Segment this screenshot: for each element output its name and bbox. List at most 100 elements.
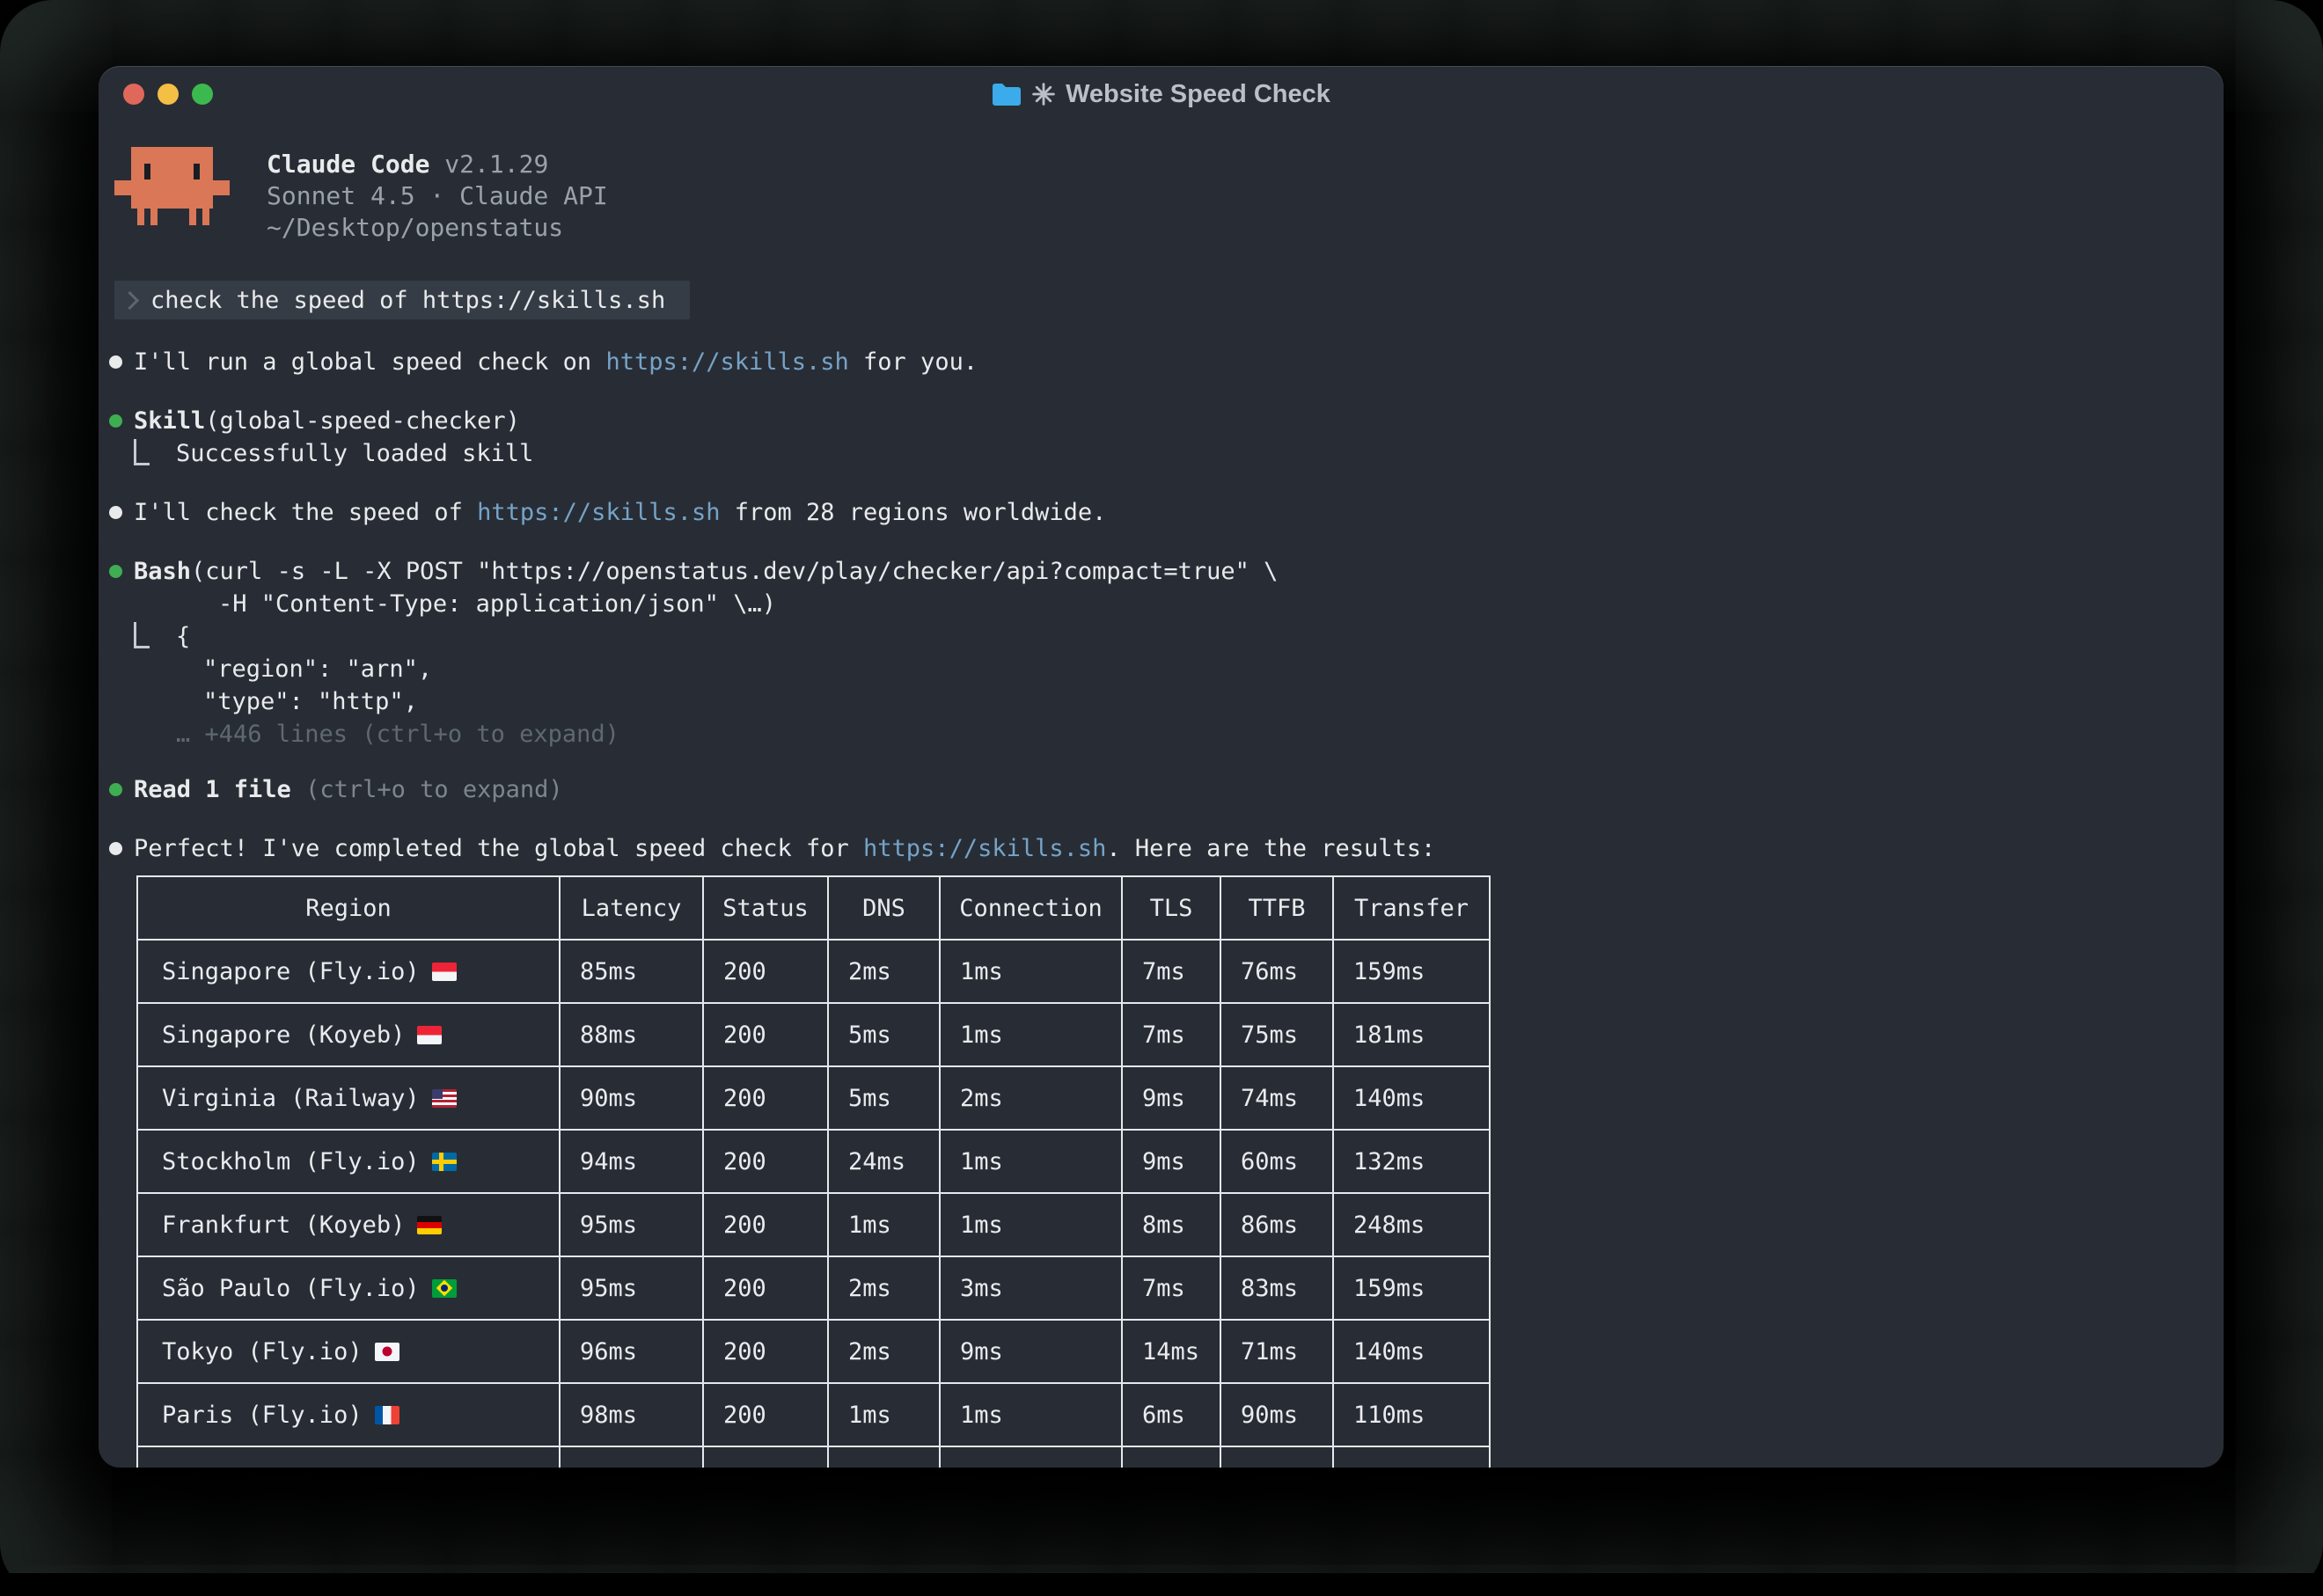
metric-cell: 248ms	[1333, 1193, 1490, 1256]
column-header: DNS	[828, 876, 940, 940]
flag-icon-se	[432, 1153, 457, 1171]
region-label: Singapore (Fly.io)	[162, 958, 420, 985]
folder-icon	[992, 82, 1022, 106]
metric-cell	[940, 1446, 1122, 1468]
bash-call-line: Bash(curl -s -L -X POST "https://opensta…	[109, 555, 2213, 588]
user-prompt: check the speed of https://skills.sh	[114, 281, 690, 319]
metric-cell: 7ms	[1122, 1256, 1220, 1320]
metric-cell: 2ms	[828, 940, 940, 1003]
region-cell: Singapore (Fly.io)	[137, 940, 560, 1003]
metric-cell: 140ms	[1333, 1066, 1490, 1130]
region-cell: Stockholm (Fly.io)	[137, 1130, 560, 1193]
table-row: São Paulo (Fly.io)95ms2002ms3ms7ms83ms15…	[137, 1256, 1490, 1320]
metric-cell: 200	[703, 1383, 828, 1446]
skill-call-line: Skill(global-speed-checker)	[109, 405, 2213, 437]
metric-cell: 200	[703, 1130, 828, 1193]
skill-call-text: Skill(global-speed-checker)	[134, 405, 520, 437]
flag-icon-sg	[432, 963, 457, 981]
flag-icon-sg	[417, 1026, 442, 1044]
metric-cell: 159ms	[1333, 940, 1490, 1003]
metric-cell: 94ms	[560, 1130, 703, 1193]
assistant-text: I'll run a global speed check on https:/…	[134, 346, 978, 378]
results-table: RegionLatencyStatusDNSConnectionTLSTTFBT…	[136, 875, 1491, 1468]
bash-output-text: {	[176, 620, 190, 653]
bash-output-expand-hint[interactable]: … +446 lines (ctrl+o to expand)	[109, 718, 2213, 750]
app-info: Claude Code v2.1.29 Sonnet 4.5 · Claude …	[267, 147, 608, 244]
metric-cell	[1220, 1446, 1333, 1468]
metric-cell	[1333, 1446, 1490, 1468]
column-header: TTFB	[1220, 876, 1333, 940]
metric-cell: 1ms	[940, 940, 1122, 1003]
metric-cell: 83ms	[1220, 1256, 1333, 1320]
skills-link[interactable]: https://skills.sh	[863, 835, 1106, 862]
table-row: Virginia (Railway)90ms2005ms2ms9ms74ms14…	[137, 1066, 1490, 1130]
region-cell: Virginia (Railway)	[137, 1066, 560, 1130]
desktop-background: Website Speed Check	[0, 0, 2323, 1596]
metric-cell	[560, 1446, 703, 1468]
bullet-icon	[109, 355, 122, 369]
elbow-icon	[134, 622, 150, 648]
region-label: Stockholm (Fly.io)	[162, 1148, 420, 1175]
table-row: Frankfurt (Koyeb)95ms2001ms1ms8ms86ms248…	[137, 1193, 1490, 1256]
bullet-icon	[109, 506, 122, 519]
metric-cell: 7ms	[1122, 940, 1220, 1003]
metric-cell: 7ms	[1122, 1003, 1220, 1066]
metric-cell	[828, 1446, 940, 1468]
metric-cell: 140ms	[1333, 1320, 1490, 1383]
metric-cell: 71ms	[1220, 1320, 1333, 1383]
metric-cell	[1122, 1446, 1220, 1468]
region-cell: Paris (Fly.io)	[137, 1383, 560, 1446]
elbow-icon	[134, 439, 150, 465]
metric-cell: 1ms	[828, 1383, 940, 1446]
region-cell: São Paulo (Fly.io)	[137, 1256, 560, 1320]
metric-cell: 200	[703, 940, 828, 1003]
read-expand-hint[interactable]: (ctrl+o to expand)	[305, 776, 563, 803]
metric-cell: 9ms	[1122, 1066, 1220, 1130]
column-header: Latency	[560, 876, 703, 940]
skills-link[interactable]: https://skills.sh	[605, 348, 848, 376]
skill-result-text: Successfully loaded skill	[176, 437, 533, 470]
assistant-message-intro: I'll run a global speed check on https:/…	[109, 346, 2213, 378]
window-title-group: Website Speed Check	[99, 66, 2224, 122]
metric-cell: 6ms	[1122, 1383, 1220, 1446]
metric-cell: 1ms	[940, 1130, 1122, 1193]
skills-link[interactable]: https://skills.sh	[477, 499, 720, 526]
bash-output-line: "region": "arn",	[109, 653, 2213, 685]
claude-code-logo	[114, 147, 230, 228]
tool-bullet-icon	[109, 783, 122, 796]
metric-cell: 88ms	[560, 1003, 703, 1066]
window-title: Website Speed Check	[1066, 80, 1330, 109]
metric-cell: 90ms	[560, 1066, 703, 1130]
metric-cell: 75ms	[1220, 1003, 1333, 1066]
metric-cell: 98ms	[560, 1383, 703, 1446]
cwd-line: ~/Desktop/openstatus	[267, 212, 608, 244]
region-label: Tokyo (Fly.io)	[162, 1338, 363, 1365]
metric-cell: 24ms	[828, 1130, 940, 1193]
metric-cell: 76ms	[1220, 940, 1333, 1003]
assistant-text: Perfect! I've completed the global speed…	[134, 832, 1435, 865]
region-label: Frankfurt (Koyeb)	[162, 1212, 405, 1239]
metric-cell: 159ms	[1333, 1256, 1490, 1320]
table-row-partial	[137, 1446, 1490, 1468]
metric-cell: 90ms	[1220, 1383, 1333, 1446]
region-label: Singapore (Koyeb)	[162, 1021, 405, 1049]
flag-icon-br	[432, 1279, 457, 1298]
app-header: Claude Code v2.1.29 Sonnet 4.5 · Claude …	[114, 147, 2213, 244]
metric-cell: 1ms	[940, 1383, 1122, 1446]
metric-cell: 2ms	[828, 1256, 940, 1320]
flag-icon-de	[417, 1216, 442, 1234]
region-cell: Frankfurt (Koyeb)	[137, 1193, 560, 1256]
metric-cell: 5ms	[828, 1003, 940, 1066]
metric-cell: 200	[703, 1193, 828, 1256]
column-header: Transfer	[1333, 876, 1490, 940]
table-row: Tokyo (Fly.io)96ms2002ms9ms14ms71ms140ms	[137, 1320, 1490, 1383]
read-line: Read 1 file (ctrl+o to expand)	[109, 773, 2213, 806]
column-header: TLS	[1122, 876, 1220, 940]
region-label: Paris (Fly.io)	[162, 1402, 363, 1429]
metric-cell: 132ms	[1333, 1130, 1490, 1193]
metric-cell: 14ms	[1122, 1320, 1220, 1383]
titlebar[interactable]: Website Speed Check	[99, 66, 2224, 122]
metric-cell: 86ms	[1220, 1193, 1333, 1256]
results-table-body: Singapore (Fly.io)85ms2002ms1ms7ms76ms15…	[137, 940, 1490, 1468]
metric-cell: 200	[703, 1256, 828, 1320]
